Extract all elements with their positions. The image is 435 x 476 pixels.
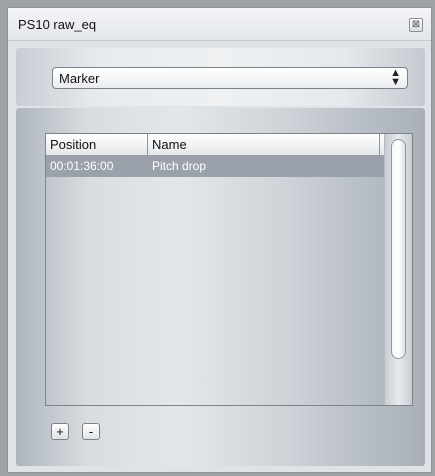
table-row[interactable]: 00:01:36:00 Pitch drop bbox=[46, 156, 384, 177]
marker-list-panel: Position Name 00:01:36:00 Pitch drop + - bbox=[16, 108, 425, 466]
type-select-value: Marker bbox=[59, 71, 100, 86]
table-header: Position Name bbox=[46, 134, 384, 156]
window-title: PS10 raw_eq bbox=[18, 17, 97, 32]
row-position: 00:01:36:00 bbox=[50, 159, 114, 173]
scrollbar-thumb[interactable] bbox=[391, 139, 406, 359]
type-panel: Marker ▲ ▼ bbox=[16, 48, 425, 106]
type-select[interactable]: Marker ▲ ▼ bbox=[52, 67, 408, 89]
marker-table: Position Name 00:01:36:00 Pitch drop bbox=[45, 133, 413, 406]
remove-marker-button[interactable]: - bbox=[82, 423, 100, 440]
title-bar[interactable]: PS10 raw_eq ⊠ bbox=[8, 8, 431, 41]
marker-window: PS10 raw_eq ⊠ Marker ▲ ▼ Position Name 00… bbox=[7, 7, 432, 473]
column-header-position[interactable]: Position bbox=[46, 134, 148, 155]
add-marker-button[interactable]: + bbox=[51, 423, 69, 440]
close-icon: ⊠ bbox=[411, 19, 421, 30]
close-button[interactable]: ⊠ bbox=[409, 18, 423, 32]
up-down-arrows-icon: ▲ ▼ bbox=[390, 67, 401, 88]
vertical-scrollbar[interactable] bbox=[385, 134, 412, 405]
column-header-name[interactable]: Name bbox=[148, 134, 380, 155]
row-name: Pitch drop bbox=[152, 159, 207, 173]
